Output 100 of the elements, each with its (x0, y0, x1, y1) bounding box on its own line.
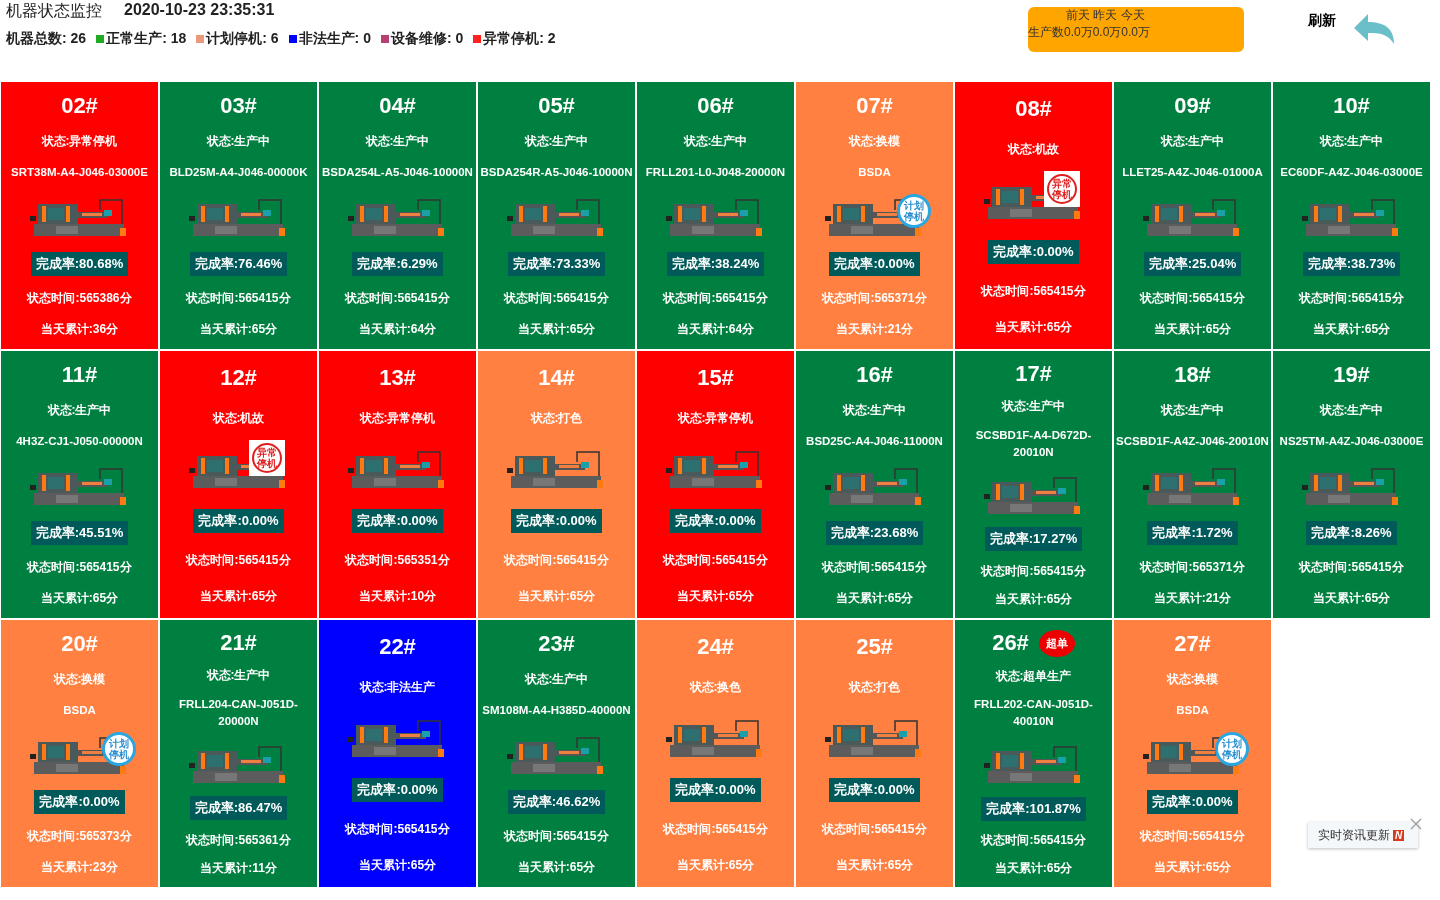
machine-number: 06# (697, 92, 734, 119)
today-total: 当天累计:65分 (1312, 590, 1391, 607)
planned-stop-stamp: 计划 停机 (1214, 732, 1249, 767)
part-number: BSDA (63, 702, 96, 718)
machine-status: 状态:异常停机 (677, 409, 754, 427)
machine-status: 状态:生产中 (1319, 401, 1384, 419)
state-time: 状态时间:565415分 (981, 282, 1086, 300)
machine-status: 状态:换模 (53, 670, 106, 688)
today-total: 当天累计:65分 (1153, 859, 1232, 876)
completion-rate: 完成率:0.00% (1147, 790, 1238, 815)
part-number: BSD25C-A4-J046-11000N (806, 433, 943, 449)
planned-stop-stamp: 计划 停机 (896, 194, 931, 229)
state-time: 状态时间:565351分 (345, 551, 450, 569)
machine-number: 07# (856, 92, 893, 119)
machine-number: 13# (379, 364, 416, 391)
machine-status: 状态:机故 (212, 409, 265, 427)
today-total: 当天累计:65分 (517, 859, 596, 876)
machine-status: 状态:生产中 (1001, 398, 1066, 416)
news-label: 实时资讯更新 (1318, 826, 1390, 844)
state-time: 状态时间:565415分 (504, 551, 609, 569)
today-total: 当天累计:21分 (835, 321, 914, 338)
completion-rate: 完成率:76.46% (189, 252, 288, 277)
completion-rate: 完成率:0.00% (670, 777, 761, 802)
part-number: SRT38M-A4-J046-03000E (11, 164, 148, 180)
machine-number: 18# (1174, 361, 1211, 388)
completion-rate: 完成率:6.29% (352, 252, 443, 277)
part-number: LLET25-A4Z-J046-01000A (1122, 164, 1263, 180)
today-total: 当天累计:65分 (517, 587, 596, 605)
today-total: 当天累计:65分 (835, 590, 914, 607)
machine-total: 机器总数: 26 (6, 30, 87, 48)
state-time: 状态时间:565415分 (504, 828, 609, 846)
machine-status: 状态:异常停机 (359, 409, 436, 427)
today-total: 当天累计:21分 (1153, 590, 1232, 607)
completion-rate: 完成率:17.27% (984, 527, 1083, 552)
part-number: BLD25M-A4-J046-00000K (169, 164, 308, 180)
abnormal-stop-stamp: 异常 停机 (248, 439, 285, 476)
state-time: 状态时间:565415分 (822, 820, 927, 838)
completion-rate: 完成率:86.47% (189, 796, 288, 821)
part-number: NS25TM-A4Z-J046-03000E (1279, 433, 1424, 449)
machine-status: 状态:异常停机 (41, 132, 118, 150)
part-number: SCSBD1F-A4Z-J046-20010N (1116, 433, 1269, 449)
today-total: 当天累计:65分 (994, 318, 1073, 336)
state-time: 状态时间:565415分 (186, 551, 291, 569)
part-number: BSDA (1176, 702, 1209, 718)
state-time: 状态时间:565415分 (1299, 290, 1404, 308)
state-time: 状态时间:565415分 (663, 551, 768, 569)
refresh-button[interactable]: 刷新 (1308, 12, 1336, 30)
completion-rate: 完成率:101.87% (981, 796, 1086, 821)
machine-number: 08# (1015, 95, 1052, 122)
state-time: 状态时间:565415分 (663, 290, 768, 308)
today-total: 当天累计:65分 (994, 591, 1073, 609)
machine-number: 15# (697, 364, 734, 391)
today-total: 当天累计:36分 (40, 321, 119, 338)
part-number: BSDA254R-A5-J046-10000N (480, 164, 633, 180)
machine-status: 状态:换模 (1166, 670, 1219, 688)
today-total: 当天累计:65分 (994, 860, 1073, 878)
part-number: SM108M-A4-H385D-40000N (482, 702, 631, 718)
part-number: EC60DF-A4Z-J046-03000E (1280, 164, 1423, 180)
part-number: SCSBD1F-A4-D672D-20010N (974, 427, 1093, 460)
production-counts: 生产数0.0万0.0万0.0万 (1028, 24, 1152, 41)
machine-number: 09# (1174, 92, 1211, 119)
completion-rate: 完成率:80.68% (30, 252, 129, 277)
legend-label: 正常生产: 18 (106, 30, 187, 48)
machine-status: 状态:生产中 (365, 132, 430, 150)
part-number: FRLL202-CAN-J051D-40010N (973, 697, 1094, 730)
completion-rate: 完成率:8.26% (1306, 521, 1397, 546)
close-icon[interactable] (1410, 818, 1423, 830)
completion-rate: 完成率:1.72% (1147, 521, 1238, 546)
state-time: 状态时间:565415分 (1299, 559, 1404, 577)
completion-rate: 完成率:0.00% (193, 508, 284, 533)
legend-label: 异常停机: 2 (483, 30, 556, 48)
legend-label: 非法生产: 0 (298, 30, 371, 48)
state-time: 状态时间:565415分 (1140, 290, 1245, 308)
part-number: 4H3Z-CJ1-J050-00000N (16, 433, 143, 449)
page-title: 机器状态监控 (6, 1, 102, 21)
machine-number: 16# (856, 361, 893, 388)
machine-number: 27# (1174, 630, 1211, 657)
machine-status: 状态:生产中 (524, 132, 589, 150)
machine-number: 21# (220, 629, 257, 656)
machine-status: 状态:生产中 (683, 132, 748, 150)
machine-number: 19# (1333, 361, 1370, 388)
today-total: 当天累计:65分 (199, 321, 278, 338)
back-arrow-icon[interactable] (1354, 14, 1396, 44)
today-total: 当天累计:65分 (358, 856, 437, 874)
state-time: 状态时间:565371分 (1140, 559, 1245, 577)
new-badge: N (1393, 829, 1405, 841)
state-time: 状态时间:565361分 (186, 831, 291, 849)
machine-number: 25# (856, 633, 893, 660)
state-time: 状态时间:565415分 (27, 559, 132, 577)
machine-status: 状态:生产中 (206, 132, 271, 150)
machine-status: 状态:生产中 (1160, 132, 1225, 150)
machine-status: 状态:生产中 (1160, 401, 1225, 419)
completion-rate: 完成率:0.00% (511, 508, 602, 533)
machine-number: 24# (697, 633, 734, 660)
completion-rate: 完成率:0.00% (34, 790, 125, 815)
completion-rate: 完成率:0.00% (352, 777, 443, 802)
machine-number: 02# (61, 92, 98, 119)
part-number: FRLL201-L0-J048-20000N (645, 164, 786, 180)
state-time: 状态时间:565415分 (1140, 828, 1245, 846)
completion-rate: 完成率:73.33% (507, 252, 606, 277)
